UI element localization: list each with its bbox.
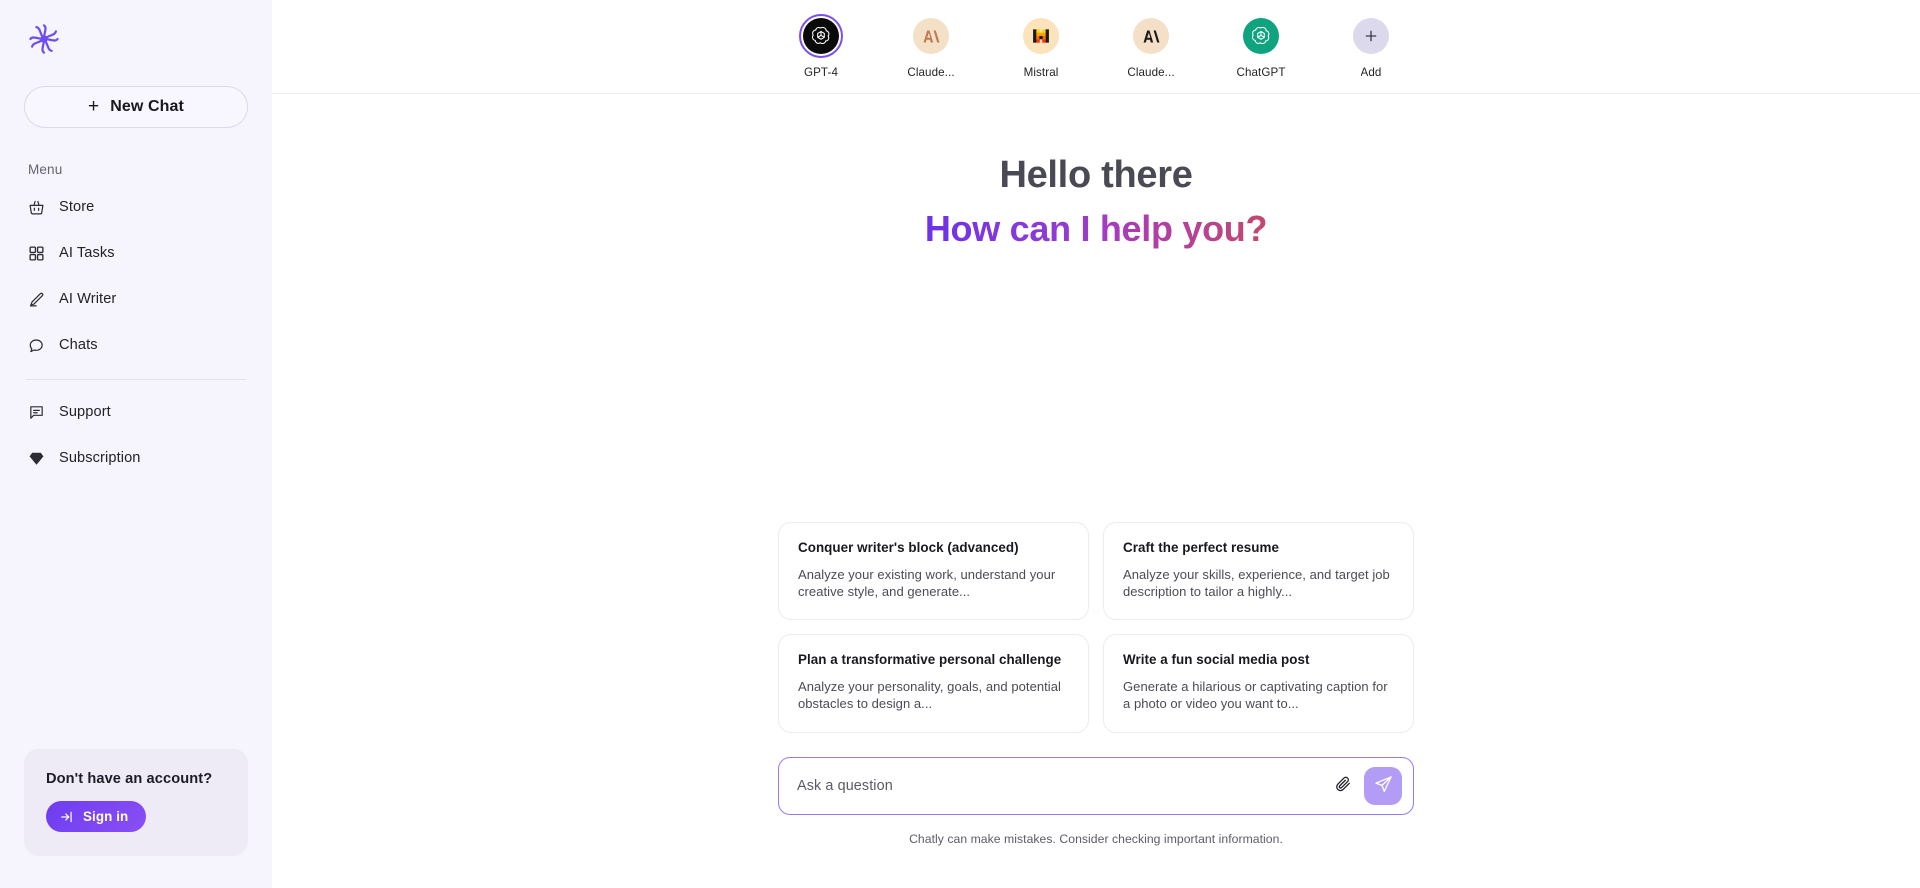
new-chat-label: New Chat [110,98,184,115]
account-card: Don't have an account? Sign in [24,749,248,856]
mistral-icon [1023,18,1059,54]
openai-green-icon [1243,18,1279,54]
model-avatar-ring [799,14,843,58]
suggestion-card[interactable]: Conquer writer's block (advanced) Analyz… [778,522,1089,621]
sidebar-item-label: Store [59,199,95,215]
send-button[interactable] [1364,766,1402,805]
sidebar-item-subscription[interactable]: Subscription [24,440,248,476]
sidebar-item-label: Subscription [59,450,141,466]
anthropic-icon [913,18,949,54]
pencil-icon [28,291,45,308]
greeting-line-2: How can I help you? [924,207,1268,249]
chatly-spiral-logo [29,24,59,54]
model-label: Claude... [907,66,955,79]
sidebar-nav-primary: Store AI Tasks AI Writer Chats [24,189,248,363]
suggestion-card-grid: Conquer writer's block (advanced) Analyz… [778,522,1414,733]
model-avatar-ring [1129,14,1173,58]
chat-canvas: Hello there How can I help you? Conquer … [272,94,1920,888]
model-option-gpt-4[interactable]: GPT-4 [782,14,860,79]
model-avatar-ring [1019,14,1063,58]
message-composer [778,756,1414,815]
model-option-add[interactable]: Add [1332,14,1410,79]
suggestion-title: Conquer writer's block (advanced) [798,540,1019,555]
model-avatar-ring [909,14,953,58]
sign-in-label: Sign in [83,809,129,824]
model-option-claude-1[interactable]: Claude... [892,14,970,79]
message-square-icon [28,404,45,421]
suggestion-description: Generate a hilarious or captivating capt… [1123,679,1388,712]
greeting-line-1: Hello there [999,154,1193,196]
plus-icon [1353,18,1389,54]
question-input[interactable] [797,757,1328,814]
sidebar-item-ai-tasks[interactable]: AI Tasks [24,235,248,271]
app-logo[interactable] [24,0,248,78]
model-option-claude-2[interactable]: Claude... [1112,14,1190,79]
sign-in-button[interactable]: Sign in [46,801,147,832]
sidebar-item-label: AI Writer [59,291,117,307]
sidebar-item-ai-writer[interactable]: AI Writer [24,281,248,317]
menu-section-label: Menu [28,162,63,177]
model-avatar-ring [1349,14,1393,58]
grid-icon [28,245,45,262]
sidebar-nav-secondary: Support Subscription [24,394,248,476]
sidebar-item-store[interactable]: Store [24,189,248,225]
anthropic-icon [1133,18,1169,54]
model-label: ChatGPT [1236,66,1286,79]
greeting-block: Hello there How can I help you? [924,154,1268,250]
suggestion-title: Write a fun social media post [1123,652,1310,668]
sidebar-divider [26,379,246,380]
app-root: + New Chat Menu Store AI Tasks AI Writer… [0,0,1920,888]
composer-area: Conquer writer's block (advanced) Analyz… [778,522,1414,846]
diamond-icon [28,450,45,467]
sidebar-item-support[interactable]: Support [24,394,248,430]
model-option-mistral[interactable]: Mistral [1002,14,1080,79]
model-avatar-ring [1239,14,1283,58]
sidebar-item-label: Support [59,404,111,420]
suggestion-description: Analyze your personality, goals, and pot… [798,679,1061,712]
suggestion-description: Analyze your existing work, understand y… [798,566,1056,600]
login-arrow-icon [60,810,74,824]
model-label: Mistral [1023,66,1059,79]
plus-icon: + [88,95,100,117]
sidebar-item-label: Chats [59,337,98,353]
suggestion-card[interactable]: Write a fun social media post Generate a… [1103,634,1414,733]
sidebar: + New Chat Menu Store AI Tasks AI Writer… [0,0,272,888]
attach-file-button[interactable] [1328,771,1358,801]
suggestion-title: Craft the perfect resume [1123,540,1279,555]
suggestion-description: Analyze your skills, experience, and tar… [1123,566,1390,600]
sidebar-item-chats[interactable]: Chats [24,327,248,363]
suggestion-title: Plan a transformative personal challenge [798,652,1062,668]
suggestion-card[interactable]: Craft the perfect resume Analyze your sk… [1103,522,1414,621]
openai-icon [803,18,839,54]
new-chat-button[interactable]: + New Chat [24,86,248,128]
paperclip-icon [1334,775,1352,796]
account-card-title: Don't have an account? [46,771,213,787]
chat-bubble-icon [28,337,45,354]
model-label: GPT-4 [803,66,838,79]
disclaimer-text: Chatly can make mistakes. Consider check… [909,831,1283,846]
main-content: GPT-4 Claude... Mistral Claude... ChatGP… [272,0,1920,888]
model-label: Claude... [1127,66,1175,79]
model-option-chatgpt[interactable]: ChatGPT [1222,14,1300,79]
send-icon [1374,775,1393,797]
model-label: Add [1360,66,1382,79]
suggestion-card[interactable]: Plan a transformative personal challenge… [778,634,1089,733]
model-selector-bar: GPT-4 Claude... Mistral Claude... ChatGP… [272,0,1920,94]
basket-icon [28,199,45,216]
sidebar-item-label: AI Tasks [59,245,115,261]
